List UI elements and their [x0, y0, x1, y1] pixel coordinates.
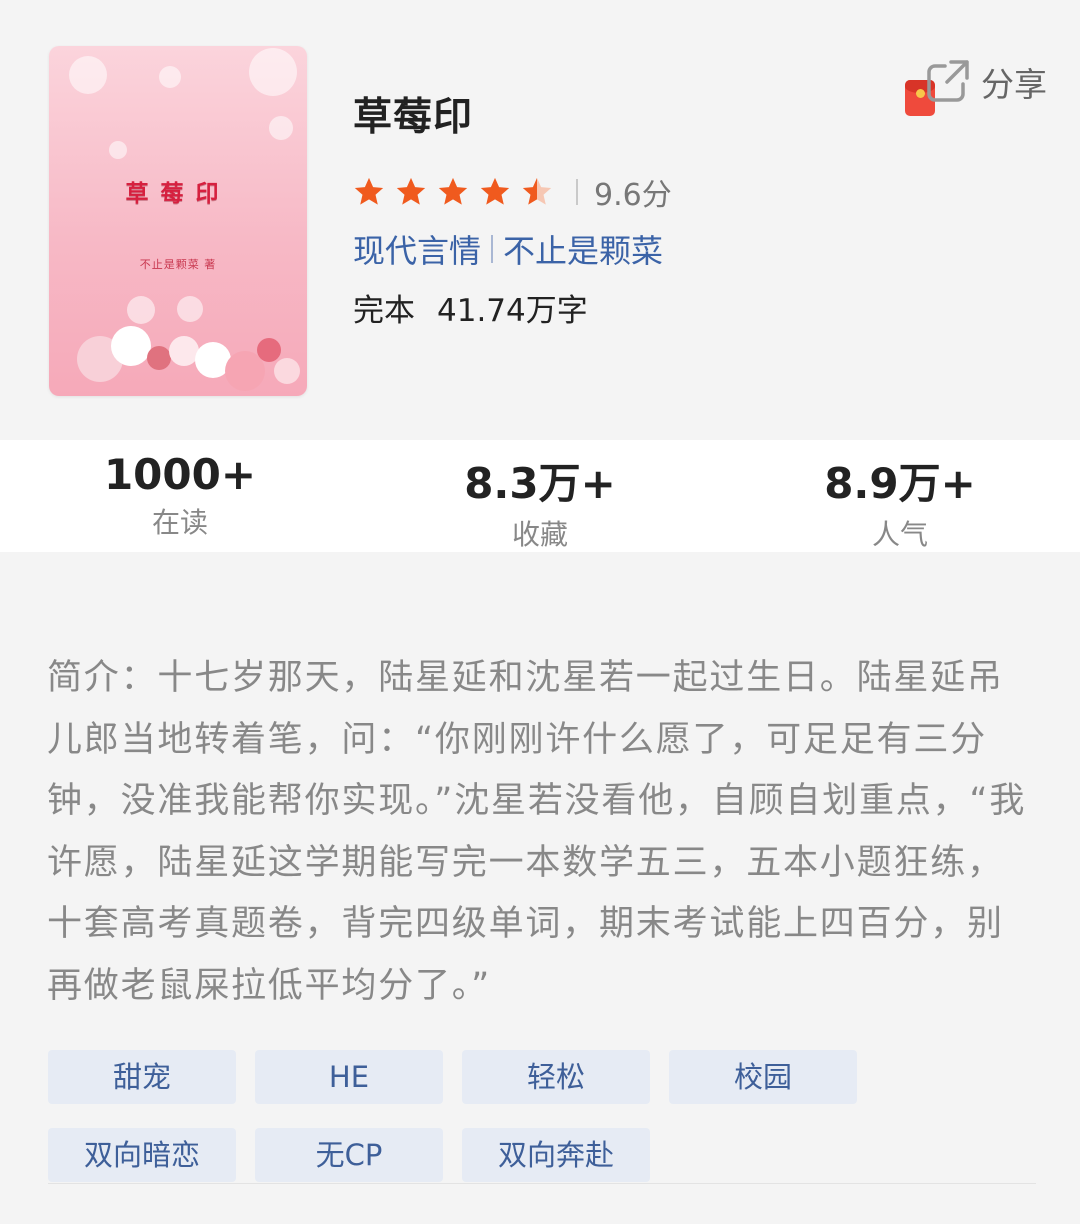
stat-label: 人气 [871, 518, 928, 551]
book-meta: 现代言情 不止是颗菜 [353, 226, 663, 272]
book-intro: 简介：十七岁那天，陆星延和沈星若一起过生日。陆星延吊儿郎当地转着笔，问：“你刚刚… [47, 658, 1027, 1006]
cover-balloon [257, 338, 281, 362]
cover-bokeh [159, 66, 181, 88]
stat-value: 1000+ [103, 450, 257, 499]
cover-balloon [147, 346, 171, 370]
tag-chip[interactable]: 双向暗恋 [48, 1128, 236, 1182]
divider [48, 1183, 1036, 1184]
stat-label: 收藏 [511, 518, 568, 551]
stat-favorites: 8.3万+ 收藏 [360, 440, 720, 552]
book-title: 草莓印 [353, 95, 474, 140]
stat-value: 8.9万+ [824, 459, 976, 508]
star-full-icon [354, 177, 384, 205]
completion-status: 完本 [353, 293, 415, 329]
star-full-icon [438, 177, 468, 205]
rating-row: 9.6分 [352, 170, 672, 214]
share-label: 分享 [981, 65, 1047, 104]
tag-chip[interactable]: 双向奔赴 [462, 1128, 650, 1182]
tag-chip[interactable]: 校园 [669, 1050, 857, 1104]
cover-author: 不止是颗菜 著 [139, 258, 217, 271]
star-full-icon [480, 177, 510, 205]
stat-value: 8.3万+ [464, 459, 616, 508]
cover-bokeh [249, 48, 297, 96]
stat-reading: 1000+ 在读 [0, 440, 360, 552]
stat-popularity: 8.9万+ 人气 [720, 440, 1080, 552]
star-half-icon [522, 177, 552, 205]
stat-label: 在读 [151, 506, 208, 539]
share-button[interactable]: 分享 [903, 54, 1053, 118]
author-link[interactable]: 不止是颗菜 [503, 226, 663, 272]
share-icon [927, 60, 969, 102]
tag-chip[interactable]: 甜宠 [48, 1050, 236, 1104]
star-full-icon [396, 177, 426, 205]
tag-chip[interactable]: 无CP [255, 1128, 443, 1182]
cover-bokeh [109, 141, 127, 159]
cover-balloon [274, 358, 300, 384]
cover-bokeh [269, 116, 293, 140]
word-count: 41.74万字 [437, 293, 588, 329]
cover-bokeh [69, 56, 107, 94]
category-link[interactable]: 现代言情 [353, 226, 481, 272]
book-cover[interactable]: 草莓印 不止是颗菜 著 [49, 46, 307, 396]
cover-balloon [111, 326, 151, 366]
rating-divider [576, 179, 578, 205]
tag-chip[interactable]: HE [255, 1050, 443, 1104]
stats-band: 1000+ 在读 8.3万+ 收藏 8.9万+ 人气 [0, 440, 1080, 552]
book-status: 完本 41.74万字 [353, 285, 588, 330]
tag-chip[interactable]: 轻松 [462, 1050, 650, 1104]
cover-bokeh [177, 296, 203, 322]
cover-title: 草莓印 [125, 181, 231, 207]
meta-divider [491, 235, 494, 263]
cover-bokeh [127, 296, 155, 324]
rating-score: 9.6分 [594, 178, 672, 213]
